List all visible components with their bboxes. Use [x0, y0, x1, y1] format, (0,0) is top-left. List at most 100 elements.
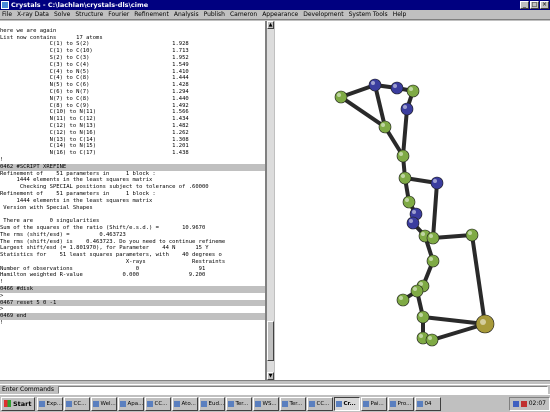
atom-highlight	[409, 219, 413, 223]
start-label: Start	[13, 399, 32, 408]
taskbar-button[interactable]: Pro...	[387, 396, 414, 411]
app-icon	[335, 400, 342, 407]
menu-item-appearance[interactable]: Appearance	[262, 11, 298, 18]
taskbar-button[interactable]: Cr...	[333, 396, 360, 411]
carbon-atom[interactable]	[465, 228, 479, 242]
output-text-pane[interactable]: here we are again List now contains 17 at…	[0, 21, 266, 380]
taskbar-button[interactable]: Eud...	[198, 396, 225, 411]
menu-item-cameron[interactable]: Cameron	[230, 11, 257, 18]
output-line: There are 0 singularities	[0, 218, 100, 225]
system-tray: 02:07	[508, 396, 550, 411]
taskbar-button-label: Apa...	[127, 400, 144, 407]
menu-item-system-tools[interactable]: System Tools	[349, 11, 388, 18]
menu-bar: File X-ray Data Solve Structure Fourier Refin…	[0, 10, 550, 20]
output-line: Number of observations 0 91	[0, 265, 206, 272]
menu-item-refinement[interactable]: Refinement	[134, 11, 169, 18]
output-line: List now contains 17 atoms	[0, 34, 103, 41]
output-line: C(12) to N(13) 1.482	[0, 122, 189, 129]
menu-item-structure[interactable]: Structure	[75, 11, 103, 18]
output-line: Refinement of 51 parameters in 1 block :	[0, 190, 156, 197]
carbon-atom[interactable]	[398, 171, 412, 185]
carbon-atom[interactable]	[378, 120, 392, 134]
carbon-atom[interactable]	[426, 231, 440, 245]
taskbar-button[interactable]: CC...	[63, 396, 90, 411]
taskbar-button-label: Eud...	[208, 400, 225, 407]
bond	[401, 107, 409, 158]
menu-item-fourier[interactable]: Fourier	[108, 11, 129, 18]
atom-highlight	[468, 231, 472, 235]
carbon-atom[interactable]	[426, 254, 440, 268]
maximize-button[interactable]: □	[530, 1, 539, 9]
carbon-atom[interactable]	[416, 310, 430, 324]
close-button[interactable]: ×	[540, 1, 549, 9]
taskbar-button[interactable]: CC...	[306, 396, 333, 411]
app-icon	[362, 400, 369, 407]
menu-item-publish[interactable]: Publish	[204, 11, 225, 18]
output-line: X-rays Restraints	[0, 258, 226, 265]
bond	[431, 181, 439, 240]
volume-icon	[520, 400, 527, 407]
carbon-atom[interactable]	[410, 284, 424, 298]
menu-item-file[interactable]: File	[2, 11, 12, 18]
menu-item-x-ray-data[interactable]: X-ray Data	[17, 11, 49, 18]
command-label: Enter Commands	[2, 386, 54, 393]
nitrogen-atom[interactable]	[400, 102, 414, 116]
output-line: S(2) to C(3) 1.952	[0, 54, 189, 61]
carbon-atom[interactable]	[334, 90, 348, 104]
output-line: N(11) to C(12) 1.434	[0, 116, 189, 123]
carbon-atom[interactable]	[402, 195, 416, 209]
menu-item-analysis[interactable]: Analysis	[174, 11, 199, 18]
taskbar-button[interactable]: Ter...	[279, 396, 306, 411]
carbon-atom[interactable]	[425, 333, 439, 347]
output-line: Statistics for 51 least squares paramete…	[0, 252, 222, 259]
output-line: C(4) to N(5) 1.410	[0, 68, 189, 75]
taskbar-button[interactable]: 04	[414, 396, 441, 411]
output-line: The rms (shift/esd) = 0.463723	[0, 231, 126, 238]
scroll-up-icon[interactable]: ▲	[267, 21, 274, 29]
app-icon	[173, 400, 180, 407]
app-icon	[281, 400, 288, 407]
scroll-thumb[interactable]	[267, 321, 274, 361]
taskbar-button-label: Pai...	[370, 400, 384, 407]
carbon-atom[interactable]	[406, 84, 420, 98]
menu-item-help[interactable]: Help	[393, 11, 407, 18]
atom-highlight	[419, 313, 423, 317]
taskbar-button[interactable]: WS...	[252, 396, 279, 411]
app-icon	[200, 400, 207, 407]
output-line: C(3) to C(4) 1.549	[0, 61, 189, 68]
bond	[421, 315, 487, 326]
taskbar-button-label: WS...	[262, 400, 277, 407]
nitrogen-atom[interactable]	[406, 216, 420, 230]
scroll-down-icon[interactable]: ▼	[267, 372, 274, 380]
taskbar-button[interactable]: CC...	[144, 396, 171, 411]
taskbar-button-label: Ter...	[289, 400, 303, 407]
taskbar-button[interactable]: Apa...	[117, 396, 144, 411]
bond	[470, 233, 487, 326]
structure-viewer[interactable]	[275, 21, 550, 380]
output-line: N(13) to C(14) 1.308	[0, 136, 189, 143]
nitrogen-atom[interactable]	[390, 81, 404, 95]
taskbar-button[interactable]: Wel...	[90, 396, 117, 411]
minimize-button[interactable]: _	[520, 1, 529, 9]
windows-logo-icon	[4, 400, 11, 407]
taskbar-button[interactable]: Ter...	[225, 396, 252, 411]
command-row: Enter Commands	[0, 384, 550, 394]
output-line: N(5) to C(6) 1.428	[0, 82, 189, 89]
menu-item-solve[interactable]: Solve	[54, 11, 70, 18]
start-button[interactable]: Start	[1, 396, 35, 411]
carbon-atom[interactable]	[396, 293, 410, 307]
nitrogen-atom[interactable]	[368, 78, 382, 92]
taskbar-button[interactable]: Exp...	[36, 396, 63, 411]
output-line: C(10) to N(11) 1.566	[0, 109, 189, 116]
carbon-atom[interactable]	[396, 149, 410, 163]
taskbar-button-label: Ter...	[235, 400, 249, 407]
output-line: >	[0, 306, 4, 313]
menu-item-development[interactable]: Development	[303, 11, 343, 18]
taskbar-button[interactable]: Pai...	[360, 396, 387, 411]
taskbar-button[interactable]: Ato...	[171, 396, 198, 411]
nitrogen-atom[interactable]	[430, 176, 444, 190]
command-input[interactable]	[57, 385, 548, 394]
vertical-scrollbar[interactable]: ▲ ▼	[266, 21, 274, 380]
app-icon	[1, 1, 9, 9]
